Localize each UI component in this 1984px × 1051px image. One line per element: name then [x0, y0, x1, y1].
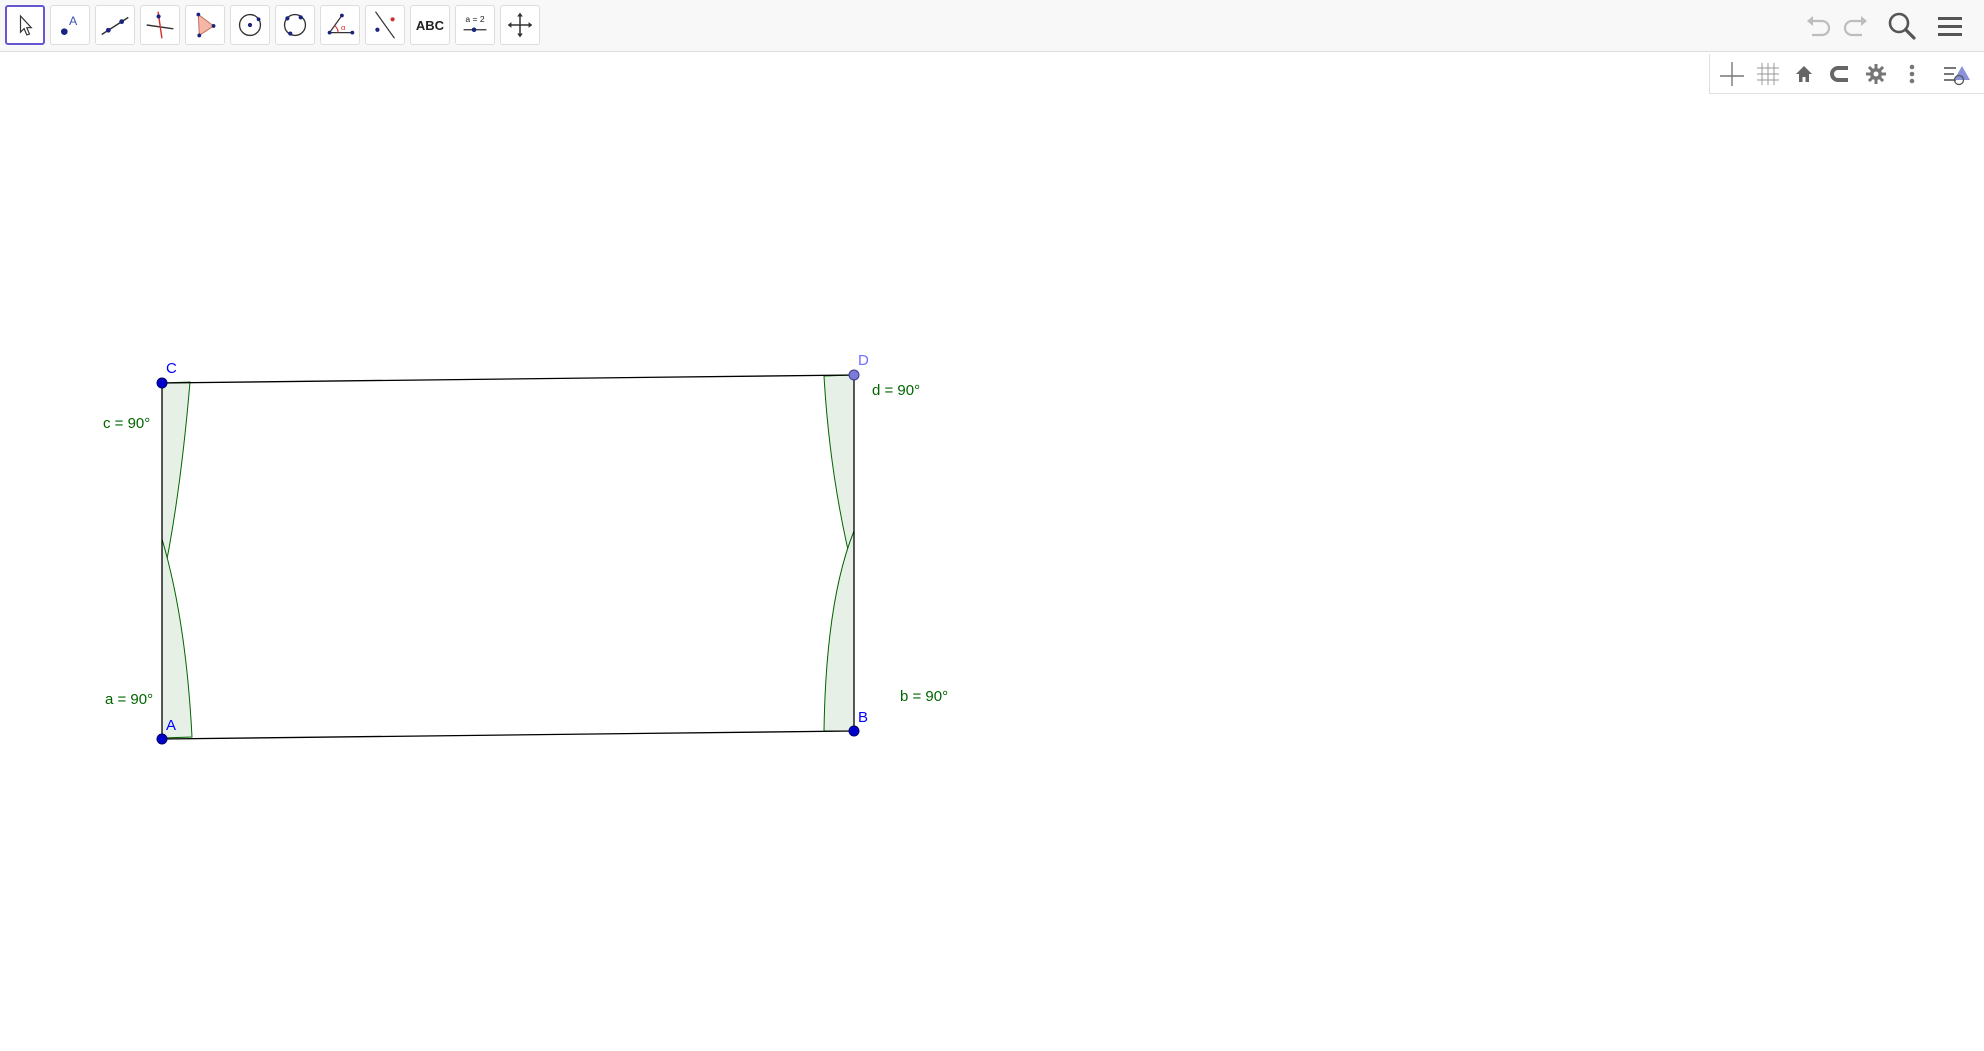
text-tool-button[interactable]: ABC — [410, 5, 450, 45]
polygon-tool-button[interactable] — [185, 5, 225, 45]
move-arrows-icon — [507, 12, 533, 38]
angle-c-label: c = 90° — [103, 415, 150, 432]
angle-b-label: b = 90° — [900, 688, 948, 705]
toolbar: A α ABC a = 2 — [0, 0, 1984, 52]
svg-text:A: A — [69, 14, 78, 28]
polygon-icon — [196, 12, 216, 38]
point-d[interactable] — [848, 369, 860, 381]
point-a-label: A — [166, 717, 176, 734]
cursor-arrow-icon — [19, 14, 33, 36]
hamburger-menu-icon — [1938, 17, 1962, 36]
segment-cd[interactable] — [161, 374, 855, 384]
circle-three-points-icon — [283, 13, 307, 37]
text-icon: ABC — [415, 17, 445, 33]
point-tool-button[interactable]: A — [50, 5, 90, 45]
slider-icon: a = 2 — [463, 14, 487, 33]
reflect-icon — [374, 11, 396, 39]
point-c-label: C — [166, 360, 177, 377]
line-tool-button[interactable] — [95, 5, 135, 45]
svg-text:α: α — [341, 23, 346, 32]
circle-three-points-tool-button[interactable] — [275, 5, 315, 45]
segment-ab[interactable] — [161, 730, 855, 740]
point-b-label: B — [858, 709, 868, 726]
circle-center-point-tool-button[interactable] — [230, 5, 270, 45]
angle-tool-button[interactable]: α — [320, 5, 360, 45]
geogebra-app: A α ABC a = 2 C A B D c = 90° a = 90° d … — [0, 0, 1984, 1051]
search-icon — [1888, 12, 1916, 40]
slider-tool-button[interactable]: a = 2 — [455, 5, 495, 45]
redo-icon — [1843, 16, 1867, 37]
circle-center-icon — [238, 13, 262, 37]
angle-icon: α — [327, 13, 355, 35]
angle-b-sector[interactable] — [823, 530, 855, 732]
perpendicular-icon — [146, 11, 174, 39]
point-d-label: D — [858, 352, 869, 369]
redo-button[interactable] — [1838, 8, 1874, 44]
move-graphics-view-tool-button[interactable] — [500, 5, 540, 45]
search-button[interactable] — [1884, 8, 1920, 44]
reflect-tool-button[interactable] — [365, 5, 405, 45]
point-a[interactable] — [156, 733, 168, 745]
point-icon: A — [60, 14, 78, 35]
angle-a-sector[interactable] — [161, 538, 193, 739]
undo-icon — [1807, 16, 1831, 37]
point-b[interactable] — [848, 725, 860, 737]
point-c[interactable] — [156, 377, 168, 389]
perpendicular-line-tool-button[interactable] — [140, 5, 180, 45]
angle-d-label: d = 90° — [872, 382, 920, 399]
angle-a-label: a = 90° — [105, 691, 153, 708]
line-icon — [101, 16, 129, 36]
move-tool-button[interactable] — [5, 5, 45, 45]
undo-button[interactable] — [1800, 8, 1836, 44]
main-menu-button[interactable] — [1932, 8, 1968, 44]
svg-text:a = 2: a = 2 — [465, 14, 484, 24]
graphics-view-canvas[interactable]: C A B D c = 90° a = 90° d = 90° b = 90° — [0, 52, 1984, 1051]
